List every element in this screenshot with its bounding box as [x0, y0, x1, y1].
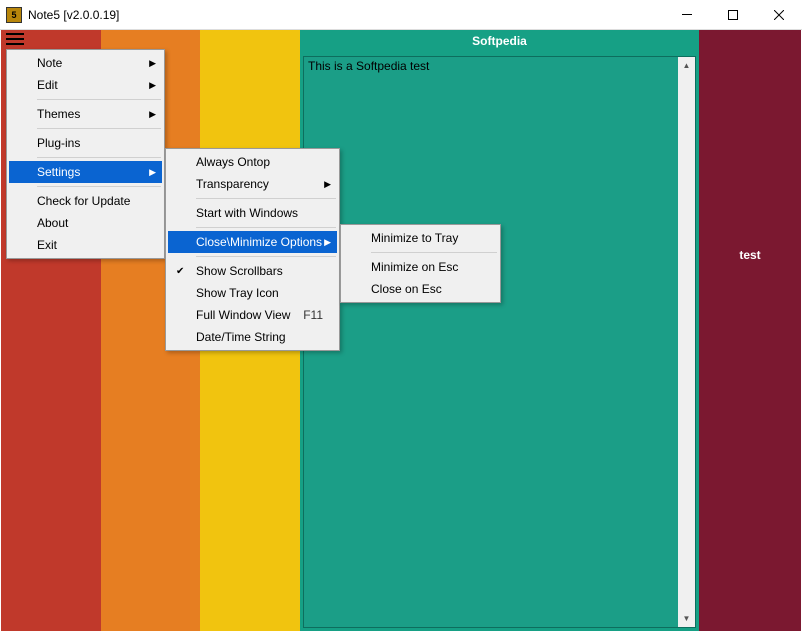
submenu-arrow-icon: ▶: [149, 109, 156, 120]
menu-separator: [37, 157, 161, 158]
settings-submenu: Always Ontop Transparency▶ Start with Wi…: [165, 148, 340, 351]
menu-item-themes[interactable]: Themes▶: [9, 103, 162, 125]
menu-item-always-ontop[interactable]: Always Ontop: [168, 151, 337, 173]
submenu-arrow-icon: ▶: [149, 58, 156, 69]
note-column-4[interactable]: Softpedia This is a Softpedia test ▲ ▼: [300, 30, 699, 631]
submenu-arrow-icon: ▶: [149, 80, 156, 91]
note-column-5[interactable]: test: [699, 30, 801, 631]
titlebar: 5 Note5 [v2.0.0.19]: [0, 0, 802, 30]
submenu-arrow-icon: ▶: [324, 237, 331, 248]
menu-separator: [196, 227, 336, 228]
maximize-button[interactable]: [710, 0, 756, 30]
menu-item-minimize-esc[interactable]: Minimize on Esc: [343, 256, 498, 278]
menu-item-transparency[interactable]: Transparency▶: [168, 173, 337, 195]
app-icon: 5: [6, 7, 22, 23]
window-title: Note5 [v2.0.0.19]: [28, 8, 664, 22]
menu-item-check-update[interactable]: Check for Update: [9, 190, 162, 212]
menu-item-show-tray[interactable]: Show Tray Icon: [168, 282, 337, 304]
column-title: Softpedia: [300, 34, 699, 48]
menu-item-close-minimize[interactable]: Close\Minimize Options▶: [168, 231, 337, 253]
menu-item-show-scrollbars[interactable]: ✔Show Scrollbars: [168, 260, 337, 282]
close-minimize-submenu: Minimize to Tray Minimize on Esc Close o…: [340, 224, 501, 303]
menu-item-settings[interactable]: Settings▶: [9, 161, 162, 183]
menu-item-minimize-tray[interactable]: Minimize to Tray: [343, 227, 498, 249]
scrollbar[interactable]: ▲ ▼: [678, 57, 695, 627]
menu-item-start-windows[interactable]: Start with Windows: [168, 202, 337, 224]
menu-separator: [196, 198, 336, 199]
menu-separator: [37, 99, 161, 100]
menu-separator: [196, 256, 336, 257]
minimize-button[interactable]: [664, 0, 710, 30]
column-word: test: [699, 248, 801, 262]
main-menu: Note▶ Edit▶ Themes▶ Plug-ins Settings▶ C…: [6, 49, 165, 259]
menu-separator: [37, 128, 161, 129]
close-button[interactable]: [756, 0, 802, 30]
menu-separator: [371, 252, 497, 253]
menu-item-note[interactable]: Note▶: [9, 52, 162, 74]
menu-item-datetime[interactable]: Date/Time String: [168, 326, 337, 348]
scroll-down-icon[interactable]: ▼: [678, 610, 695, 627]
menu-item-edit[interactable]: Edit▶: [9, 74, 162, 96]
menu-item-close-esc[interactable]: Close on Esc: [343, 278, 498, 300]
submenu-arrow-icon: ▶: [324, 179, 331, 190]
menu-item-full-window[interactable]: Full Window ViewF11: [168, 304, 337, 326]
menu-item-about[interactable]: About: [9, 212, 162, 234]
note-textarea[interactable]: This is a Softpedia test ▲ ▼: [303, 56, 696, 628]
menu-item-exit[interactable]: Exit: [9, 234, 162, 256]
menu-item-plugins[interactable]: Plug-ins: [9, 132, 162, 154]
note-text: This is a Softpedia test: [308, 59, 429, 73]
menu-separator: [37, 186, 161, 187]
submenu-arrow-icon: ▶: [149, 167, 156, 178]
scroll-up-icon[interactable]: ▲: [678, 57, 695, 74]
check-icon: ✔: [176, 266, 184, 277]
shortcut-label: F11: [303, 308, 323, 322]
hamburger-menu-icon[interactable]: [6, 33, 24, 47]
